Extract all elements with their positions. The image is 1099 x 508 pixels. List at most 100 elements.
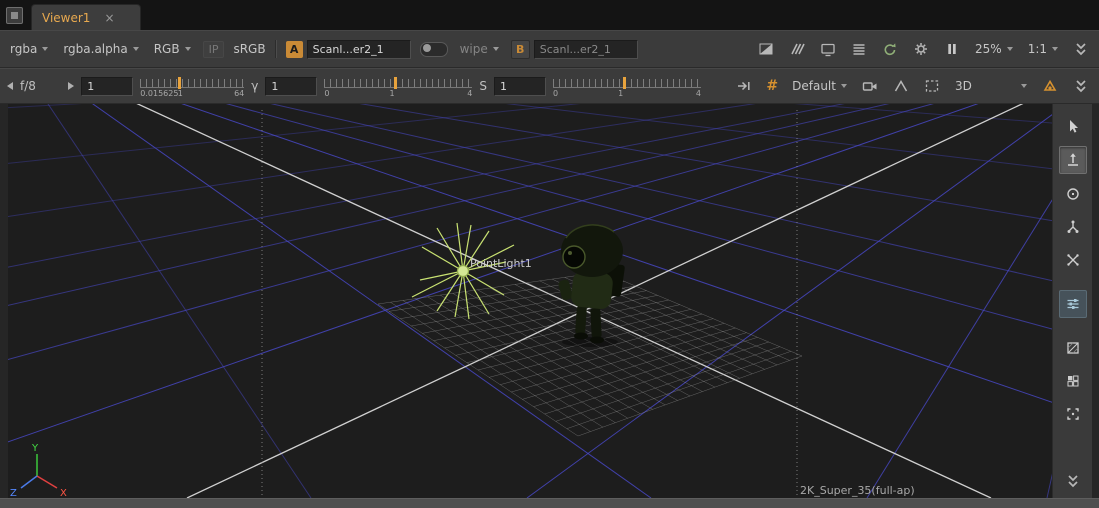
axis-x-label: X	[60, 488, 67, 498]
point-light-label: PointLight1	[470, 257, 532, 270]
viewer-window: Viewer1 × rgba rgba.alpha RGB IP sRGB A …	[0, 0, 1099, 508]
gamma-slider[interactable]: 0 1 4	[324, 75, 472, 101]
toolbar-controls-right-group: # Default 3D	[733, 75, 1092, 97]
slider-marker[interactable]	[394, 77, 397, 89]
gamma-label: γ	[251, 79, 258, 93]
3d-viewport[interactable]: PointLight1	[8, 104, 1052, 498]
slider-marker[interactable]	[623, 77, 626, 89]
alpha-channel-dropdown[interactable]: rgba.alpha	[60, 40, 141, 58]
tab-close-icon[interactable]: ×	[104, 11, 114, 25]
input-a-group: A Scanl...er2_1	[286, 40, 411, 59]
viewer-toolbar-top: rgba rgba.alpha RGB IP sRGB A Scanl...er…	[0, 30, 1099, 68]
panel-menu-icon[interactable]	[6, 7, 23, 24]
alpha-channel-label: rgba.alpha	[63, 42, 127, 56]
tab-viewer1[interactable]: Viewer1 ×	[31, 4, 141, 30]
input-a-badge[interactable]: A	[286, 41, 303, 58]
skew-tool-icon[interactable]	[1060, 247, 1086, 273]
perspective-grid	[8, 104, 1052, 498]
left-frame	[0, 104, 8, 498]
translate-tool-icon[interactable]	[1059, 146, 1087, 174]
view-select-dropdown[interactable]: 3D	[952, 77, 1030, 95]
frame-selection-icon[interactable]	[1060, 401, 1086, 427]
channels-dropdown[interactable]: rgba	[7, 40, 51, 58]
jump-input-icon[interactable]	[733, 75, 755, 97]
pause-icon[interactable]	[941, 38, 963, 60]
input-b-group: B Scanl...er2_1	[511, 40, 638, 59]
input-a-field[interactable]: Scanl...er2_1	[307, 40, 411, 59]
camera-icon[interactable]	[859, 75, 881, 97]
slider-tick-label: 64	[234, 89, 244, 98]
character-model[interactable]	[558, 225, 626, 347]
monitor-icon[interactable]	[817, 38, 839, 60]
gear-icon[interactable]	[910, 38, 932, 60]
chevron-down-icon	[1052, 47, 1058, 51]
proxy-label: 1:1	[1028, 42, 1047, 56]
checker-icon[interactable]	[755, 38, 777, 60]
default-mode-dropdown[interactable]: Default	[789, 77, 850, 95]
selection-marquee-icon[interactable]	[921, 75, 943, 97]
chevron-down-icon	[133, 47, 139, 51]
layout-grid-icon[interactable]	[1060, 368, 1086, 394]
default-mode-label: Default	[792, 79, 836, 93]
color-swap-icon[interactable]	[1039, 75, 1061, 97]
tab-label: Viewer1	[42, 11, 90, 25]
slider-track	[324, 79, 472, 88]
input-b-badge[interactable]: B	[511, 40, 530, 59]
stripes-icon[interactable]	[786, 38, 808, 60]
input-process-button[interactable]: IP	[203, 41, 225, 58]
collapse-side-toolbar-icon[interactable]	[1060, 468, 1086, 494]
display-mode-dropdown[interactable]: RGB	[151, 40, 194, 58]
tab-strip: Viewer1 ×	[0, 0, 1099, 30]
axis-z-label: Z	[10, 488, 17, 498]
character-shadow	[562, 337, 618, 347]
fstop-label[interactable]: f/8	[20, 79, 36, 93]
scanlines-icon[interactable]	[848, 38, 870, 60]
view-select-label: 3D	[955, 79, 972, 93]
slider-tick-label: 4	[467, 89, 472, 98]
collapse-controls-icon[interactable]	[1070, 75, 1092, 97]
prev-fstop-icon[interactable]	[7, 82, 13, 90]
axis-gizmo: Y X Z	[10, 443, 67, 498]
refresh-icon[interactable]	[879, 38, 901, 60]
adjust-lights-icon[interactable]	[1059, 290, 1087, 318]
gamma-input[interactable]: 1	[265, 77, 317, 96]
saturation-slider[interactable]: 0 1 4	[553, 75, 701, 101]
chevron-down-icon	[42, 47, 48, 51]
3d-side-toolbar	[1052, 104, 1092, 498]
chevron-down-icon	[1021, 84, 1027, 88]
toolbar-top-right-group: 25% 1:1	[755, 38, 1092, 60]
wipe-toggle[interactable]	[420, 42, 448, 57]
gain-input[interactable]: 1	[81, 77, 133, 96]
saturation-input[interactable]: 1	[494, 77, 546, 96]
scale-tool-icon[interactable]	[1060, 214, 1086, 240]
slider-tick-label: 0	[324, 89, 329, 98]
display-mode-label: RGB	[154, 42, 180, 56]
zoom-dropdown[interactable]: 25%	[972, 40, 1016, 58]
zoom-label: 25%	[975, 42, 1002, 56]
viewer-main-area: PointLight1	[0, 104, 1099, 498]
wave-icon[interactable]	[890, 75, 912, 97]
saturation-label: S	[479, 79, 487, 93]
shading-mode-icon[interactable]	[1060, 335, 1086, 361]
right-frame	[1092, 104, 1099, 498]
chevron-down-icon	[841, 84, 847, 88]
slider-track	[553, 79, 701, 88]
grid-toggle-icon[interactable]: #	[764, 78, 780, 94]
slider-tick-label: 1	[390, 89, 395, 98]
rotate-tool-icon[interactable]	[1060, 181, 1086, 207]
wipe-dropdown[interactable]: wipe	[457, 40, 502, 58]
format-label: 2K_Super_35(full-ap)	[800, 484, 915, 497]
chevron-down-icon	[493, 47, 499, 51]
axis-y-label: Y	[31, 443, 39, 454]
slider-marker[interactable]	[178, 77, 181, 89]
proxy-dropdown[interactable]: 1:1	[1025, 40, 1061, 58]
input-b-field[interactable]: Scanl...er2_1	[534, 40, 638, 59]
select-tool-icon[interactable]	[1060, 113, 1086, 139]
chevron-down-icon	[185, 47, 191, 51]
collapse-toolbar-icon[interactable]	[1070, 38, 1092, 60]
channels-label: rgba	[10, 42, 37, 56]
gain-slider[interactable]: 0.015625 1 64	[140, 75, 244, 101]
next-fstop-icon[interactable]	[68, 82, 74, 90]
viewer-process-button[interactable]: sRGB	[233, 42, 265, 56]
viewer-toolbar-controls: f/8 1 0.015625 1 64 γ 1 0 1 4 S 1 0 1 4	[0, 68, 1099, 104]
